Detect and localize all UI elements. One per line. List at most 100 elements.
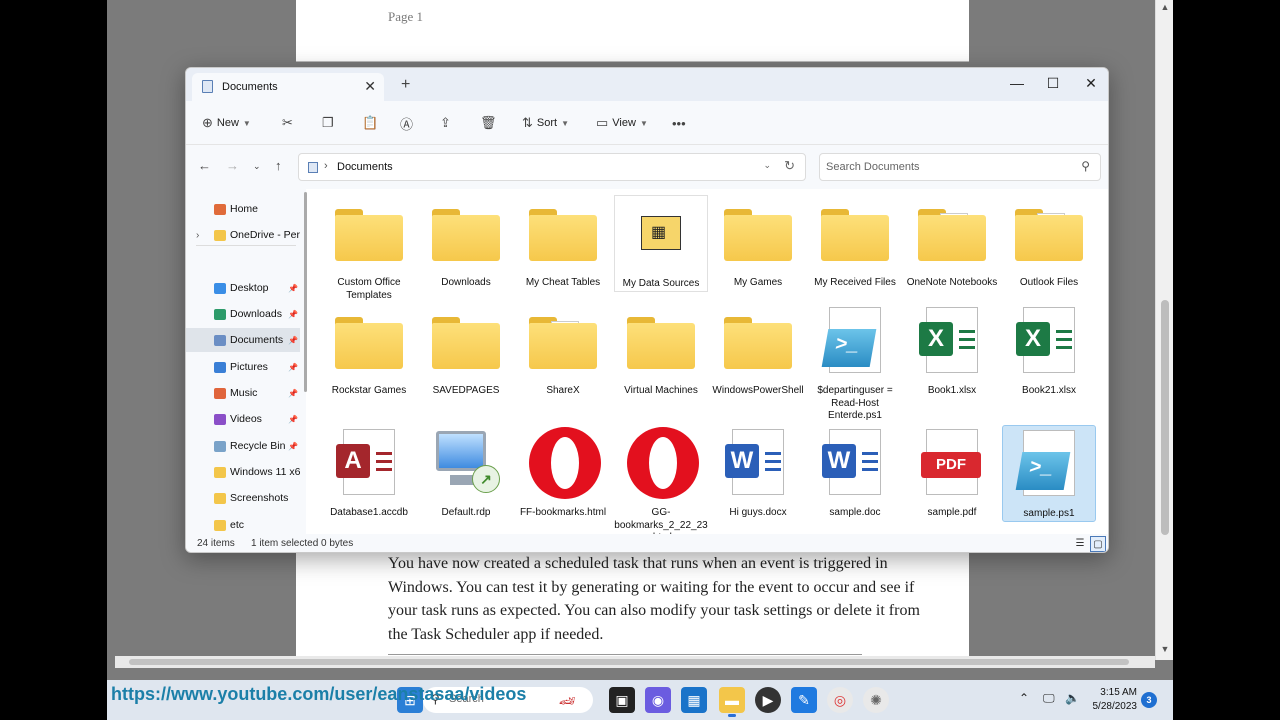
system-clock[interactable]: 3:15 AM 5/28/2023 [1093,686,1138,714]
file-item[interactable]: ↗ Default.rdp [419,425,513,520]
sidebar-item-videos[interactable]: Videos 📌 [186,407,300,431]
document-vertical-scrollbar[interactable]: ▲ ▼ [1155,0,1173,660]
chevron-right-icon[interactable]: › [196,230,199,241]
breadcrumb-chevron-icon[interactable]: › [324,160,328,172]
breadcrumb-documents[interactable]: Documents [337,161,393,173]
file-item[interactable]: Virtual Machines [614,303,708,398]
maximize-button[interactable]: ☐ [1034,71,1072,95]
pen-app-icon[interactable]: ✎ [791,687,817,713]
cut-button[interactable]: ✂ [282,113,293,133]
store-icon[interactable]: ▦ [681,687,707,713]
more-options-button[interactable]: ••• [672,113,686,133]
sidebar-item-documents[interactable]: Documents 📌 [186,328,300,352]
document-horizontal-scrollbar[interactable] [115,656,1155,668]
view-button[interactable]: ▭ View ▼ [596,113,648,133]
file-item[interactable]: My Received Files [808,195,902,290]
file-item[interactable]: >_ sample.ps1 [1002,425,1096,522]
chevron-down-icon[interactable]: ⌄ [763,160,771,171]
refresh-icon[interactable]: ↻ [784,158,795,174]
chrome-icon[interactable]: ◎ [827,687,853,713]
file-item[interactable]: W Hi guys.docx [711,425,805,520]
navigation-scrollbar[interactable] [304,192,308,512]
task-view-icon[interactable]: ▣ [609,687,635,713]
sidebar-item-recycle-bin[interactable]: Recycle Bin 📌 [186,434,300,458]
rename-button[interactable]: Ⓐ [400,113,413,133]
pin-icon: 📌 [288,414,298,424]
hscrollbar-thumb[interactable] [129,659,1129,665]
overlay-url-text: https://www.youtube.com/user/eanstasaa/v… [111,684,527,704]
forward-icon[interactable]: → [226,158,239,173]
recent-locations-icon[interactable]: ⌄ [253,161,261,172]
document-paragraph[interactable]: You have now created a scheduled task th… [388,552,928,646]
powershell-file-icon: >_ [1009,426,1089,504]
file-name: Outlook Files [1019,277,1079,288]
file-item[interactable]: My Cheat Tables [516,195,610,290]
chevron-up-icon[interactable]: ⌃ [1019,691,1029,705]
document-page-body[interactable]: You have now created a scheduled task th… [296,548,969,656]
file-item[interactable]: Wsample.doc [808,425,902,520]
paste-button[interactable]: 📋 [362,113,378,133]
copy-button[interactable]: ❐ [322,113,334,133]
sort-button[interactable]: ⇅ Sort ▼ [522,113,569,133]
file-item[interactable]: A Database1.accdb [322,425,416,520]
delete-button[interactable]: 🗑 [480,113,497,133]
file-item[interactable]: My Games [711,195,805,290]
pin-icon: 📌 [288,335,298,345]
file-name: My Data Sources [622,278,700,289]
file-item[interactable]: Downloads [419,195,513,290]
details-view-icon[interactable]: ☰ [1072,536,1088,552]
file-item[interactable]: FF-bookmarks.html [516,425,610,520]
sidebar-item-music[interactable]: Music 📌 [186,381,300,405]
file-item[interactable]: OneNote Notebooks [905,195,999,290]
sidebar-item-downloads[interactable]: Downloads 📌 [186,302,300,326]
scrollbar-thumb[interactable] [1161,300,1169,535]
tab-documents[interactable]: Documents ✕ [192,73,384,101]
address-bar-row: ← → ⌄ ↑ › Documents ⌄ ↻ ⚲ [186,145,1108,189]
sidebar-item-home[interactable]: Home [186,197,300,221]
volume-icon[interactable]: 🔈 [1065,691,1080,705]
scroll-up-icon[interactable]: ▲ [1156,2,1173,12]
file-item[interactable]: PDF sample.pdf [905,425,999,520]
file-item[interactable]: X Book1.xlsx [905,303,999,398]
new-button[interactable]: ⊕ New ▼ [202,113,251,133]
file-item[interactable]: SAVEDPAGES [419,303,513,398]
teams-chat-icon[interactable]: ◉ [645,687,671,713]
sidebar-item-screenshots[interactable]: Screenshots [186,486,300,510]
scroll-down-icon[interactable]: ▼ [1156,644,1173,654]
media-player-icon[interactable]: ▶ [755,687,781,713]
close-window-button[interactable]: ✕ [1072,71,1108,95]
up-icon[interactable]: ↑ [275,158,282,173]
file-item[interactable]: Custom Office Templates [322,195,416,302]
documents-icon [308,162,318,173]
file-item[interactable]: >_ $departinguser = Read-Host Enterde.ps1 [808,303,902,423]
sidebar-item-pictures[interactable]: Pictures 📌 [186,355,300,379]
file-item[interactable]: WindowsPowerShell [711,303,805,398]
scissors-icon: ✂ [282,115,293,130]
minimize-button[interactable]: — [998,71,1036,95]
file-name: My Games [733,277,783,288]
search-box[interactable]: ⚲ [819,153,1101,181]
address-bar[interactable]: › Documents ⌄ ↻ [298,153,806,181]
pin-icon: 📌 [288,441,298,451]
file-item[interactable]: Rockstar Games [322,303,416,398]
sidebar-item-label: Home [230,203,259,215]
navigation-scrollbar-thumb[interactable] [304,192,307,392]
file-item[interactable]: Outlook Files [1002,195,1096,290]
large-icons-view-icon[interactable]: ▢ [1090,536,1106,552]
sidebar-item-desktop[interactable]: Desktop 📌 [186,276,300,300]
sidebar-item-onedrive-perso[interactable]: › OneDrive - Perso [186,223,300,247]
back-icon[interactable]: ← [198,158,211,173]
network-icon[interactable]: 🖵 [1043,691,1055,706]
share-button[interactable]: ⇪ [440,113,451,133]
system-app-icon[interactable]: ✺ [863,687,889,713]
new-tab-icon[interactable]: + [401,76,410,94]
close-tab-icon[interactable]: ✕ [364,78,376,95]
file-item[interactable]: ▦ My Data Sources [614,195,708,292]
file-item[interactable]: ShareX [516,303,610,398]
file-explorer-icon[interactable]: ▬ [719,687,745,717]
search-input[interactable] [826,159,1066,175]
file-item[interactable]: X Book21.xlsx [1002,303,1096,398]
file-item[interactable]: GG-bookmarks_2_22_23.html [614,425,708,545]
sidebar-item-windows-11-x64[interactable]: Windows 11 x64 [186,460,300,484]
notification-badge[interactable]: 3 [1141,692,1157,708]
